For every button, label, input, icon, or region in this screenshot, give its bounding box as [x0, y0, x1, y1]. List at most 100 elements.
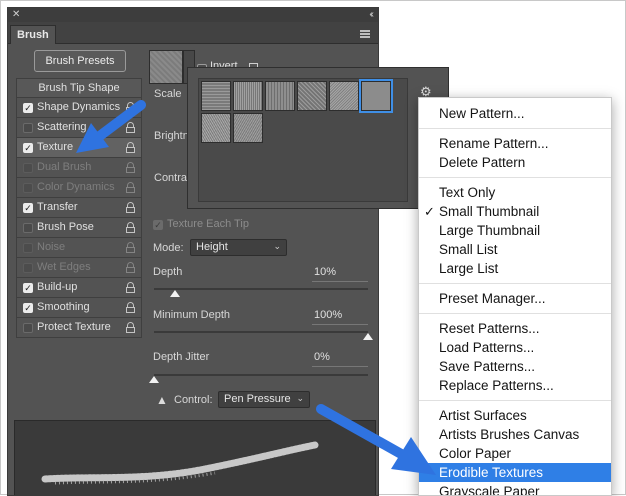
menu-item-reset-patterns[interactable]: Reset Patterns... [419, 319, 611, 338]
pattern-thumbnail[interactable] [233, 81, 263, 111]
menu-item-small-thumbnail[interactable]: ✓ Small Thumbnail [419, 202, 611, 221]
lock-icon[interactable] [126, 302, 135, 313]
menu-item-label: Small List [439, 242, 498, 257]
close-icon[interactable]: ✕ [12, 8, 20, 22]
menu-item-label: Load Patterns... [439, 340, 535, 355]
brush-setting-transfer[interactable]: ✓ Transfer [16, 198, 142, 218]
depth-value[interactable]: 10% [314, 266, 336, 278]
lock-icon[interactable] [126, 162, 135, 173]
brush-setting-label: Smoothing [37, 301, 90, 313]
pattern-swatch[interactable] [149, 50, 183, 84]
brush-setting-checkbox[interactable]: ✓ [23, 203, 33, 213]
pattern-thumbnail[interactable] [201, 113, 231, 143]
minimum-depth-label: Minimum Depth [153, 309, 231, 321]
menu-item-large-thumbnail[interactable]: Large Thumbnail [419, 221, 611, 240]
minimum-depth-value-underline [312, 324, 368, 325]
menu-item-load-patterns[interactable]: Load Patterns... [419, 338, 611, 357]
menu-item-label: Save Patterns... [439, 359, 536, 374]
minimum-depth-value[interactable]: 100% [314, 309, 342, 321]
lock-icon[interactable] [126, 322, 135, 333]
menu-item-preset-manager[interactable]: Preset Manager... [419, 289, 611, 308]
brush-setting-checkbox[interactable] [23, 243, 33, 253]
menu-item-replace-patterns[interactable]: Replace Patterns... [419, 376, 611, 395]
brush-setting-label: Protect Texture [37, 321, 111, 333]
annotation-arrow-erodible [316, 404, 436, 475]
panel-menu-icon[interactable] [360, 30, 370, 38]
menu-separator [419, 128, 611, 129]
mode-value: Height [196, 241, 228, 253]
menu-item-label: Grayscale Paper [439, 484, 540, 496]
lock-icon[interactable] [126, 282, 135, 293]
menu-item-label: Small Thumbnail [439, 204, 540, 219]
depth-slider-thumb[interactable] [170, 290, 181, 297]
menu-item-label: New Pattern... [439, 106, 525, 121]
brush-setting-checkbox[interactable] [23, 223, 33, 233]
menu-item-rename-pattern[interactable]: Rename Pattern... [419, 134, 611, 153]
chevron-down-icon: ⌄ [296, 393, 304, 403]
menu-item-small-list[interactable]: Small List [419, 240, 611, 259]
mode-select[interactable]: Height ⌄ [190, 239, 287, 256]
pattern-thumbnail[interactable] [329, 81, 359, 111]
menu-separator [419, 400, 611, 401]
lock-icon[interactable] [126, 202, 135, 213]
collapse-icon[interactable]: ‹‹ [369, 8, 373, 22]
menu-item-label: Replace Patterns... [439, 378, 554, 393]
brightness-label: Brightn [154, 130, 189, 142]
lock-icon[interactable] [126, 222, 135, 233]
menu-item-artist-surfaces[interactable]: Artist Surfaces [419, 406, 611, 425]
brush-setting-brush-pose[interactable]: Brush Pose [16, 218, 142, 238]
brush-setting-noise[interactable]: Noise [16, 238, 142, 258]
menu-item-text-only[interactable]: Text Only [419, 183, 611, 202]
menu-item-save-patterns[interactable]: Save Patterns... [419, 357, 611, 376]
menu-item-grayscale-paper[interactable]: Grayscale Paper [419, 482, 611, 496]
pattern-thumbnail[interactable] [297, 81, 327, 111]
tab-brush[interactable]: Brush [10, 25, 56, 44]
minimum-depth-slider-track[interactable] [154, 331, 368, 333]
brush-presets-button[interactable]: Brush Presets [34, 50, 126, 72]
brush-setting-checkbox[interactable] [23, 323, 33, 333]
brush-setting-checkbox[interactable] [23, 263, 33, 273]
menu-item-label: Artists Brushes Canvas [439, 427, 580, 442]
depth-jitter-value[interactable]: 0% [314, 351, 330, 363]
brush-setting-protect-texture[interactable]: Protect Texture [16, 318, 142, 338]
menu-item-delete-pattern[interactable]: Delete Pattern [419, 153, 611, 172]
lock-icon[interactable] [126, 262, 135, 273]
warning-icon: ▲ [156, 393, 168, 407]
pattern-thumbnail[interactable] [201, 81, 231, 111]
control-label: Control: [174, 394, 213, 406]
brush-setting-checkbox[interactable] [23, 163, 33, 173]
menu-item-artists-brushes-canvas[interactable]: Artists Brushes Canvas [419, 425, 611, 444]
menu-item-label: Artist Surfaces [439, 408, 527, 423]
mode-label: Mode: [153, 242, 184, 254]
brush-setting-smoothing[interactable]: ✓ Smoothing [16, 298, 142, 318]
texture-each-tip-checkbox: ✓ [153, 220, 163, 230]
brush-setting-wet-edges[interactable]: Wet Edges [16, 258, 142, 278]
brush-setting-label: Brush Pose [37, 221, 94, 233]
depth-slider-track[interactable] [154, 288, 368, 290]
menu-item-new-pattern[interactable]: New Pattern... [419, 104, 611, 123]
brush-setting-checkbox[interactable] [23, 123, 33, 133]
depth-jitter-slider-track[interactable] [154, 374, 368, 376]
depth-jitter-slider-thumb[interactable] [149, 376, 159, 383]
minimum-depth-slider-thumb[interactable] [363, 333, 373, 340]
pattern-thumbnail[interactable] [233, 113, 263, 143]
menu-item-label: Preset Manager... [439, 291, 546, 306]
menu-item-color-paper[interactable]: Color Paper [419, 444, 611, 463]
brush-setting-color-dynamics[interactable]: Color Dynamics [16, 178, 142, 198]
brush-setting-build-up[interactable]: ✓ Build-up [16, 278, 142, 298]
pattern-options-menu: New Pattern... Rename Pattern... Delete Pa… [418, 97, 612, 496]
brush-setting-checkbox[interactable] [23, 183, 33, 193]
brush-setting-checkbox[interactable]: ✓ [23, 303, 33, 313]
pattern-thumbnail[interactable] [265, 81, 295, 111]
pattern-thumbnail[interactable] [359, 79, 393, 113]
brush-setting-checkbox[interactable]: ✓ [23, 283, 33, 293]
brush-setting-checkbox[interactable]: ✓ [23, 143, 33, 153]
menu-item-label: Text Only [439, 185, 496, 200]
lock-icon[interactable] [126, 242, 135, 253]
control-select[interactable]: Pen Pressure ⌄ [218, 391, 310, 408]
lock-icon[interactable] [126, 182, 135, 193]
brush-setting-checkbox[interactable]: ✓ [23, 103, 33, 113]
menu-item-erodible-textures[interactable]: Erodible Textures [419, 463, 611, 482]
menu-separator [419, 283, 611, 284]
menu-item-large-list[interactable]: Large List [419, 259, 611, 278]
